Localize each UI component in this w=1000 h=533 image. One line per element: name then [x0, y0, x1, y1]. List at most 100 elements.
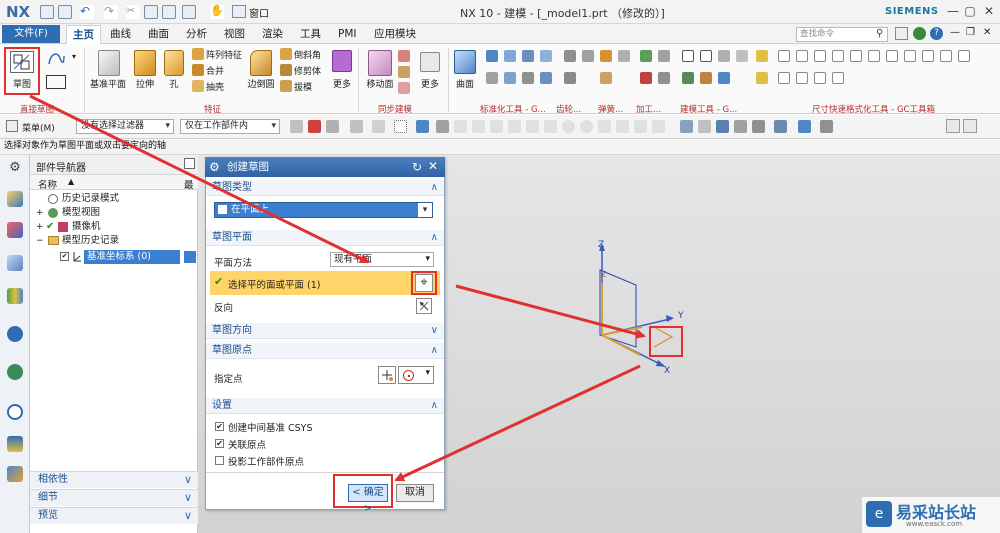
dimension-tool-icon[interactable] — [756, 50, 768, 62]
reverse-direction-icon[interactable] — [416, 298, 432, 314]
select-tool-icon[interactable] — [290, 120, 303, 133]
modeling-tool-icon[interactable] — [700, 50, 712, 62]
dimension-tool-icon[interactable] — [832, 50, 844, 62]
history-icon[interactable] — [7, 404, 23, 420]
surface-button[interactable]: 曲面 — [450, 77, 480, 90]
tab-tools[interactable]: 工具 — [294, 25, 327, 44]
column-header-latest[interactable]: 最 — [184, 177, 194, 191]
maximize-button[interactable]: ▢ — [963, 4, 977, 18]
snap-tool-icon[interactable] — [562, 120, 575, 133]
expand-icon[interactable]: + — [36, 220, 44, 234]
gc-tool-icon[interactable] — [540, 72, 552, 84]
dimension-tool-icon[interactable] — [756, 72, 768, 84]
repeat-command-icon[interactable] — [182, 5, 196, 19]
unite-button[interactable]: 合并 — [206, 64, 224, 77]
gear-tool-icon[interactable] — [582, 50, 594, 62]
snap-tool-icon[interactable] — [508, 120, 521, 133]
datum-plane-button[interactable]: 基准平面 — [88, 77, 128, 90]
view-tool-icon[interactable] — [734, 120, 747, 133]
dimension-tool-icon[interactable] — [832, 72, 844, 84]
rectangle-icon[interactable] — [46, 75, 66, 89]
redo-icon[interactable]: ↷ — [104, 5, 118, 19]
copy-icon[interactable] — [144, 5, 158, 19]
dimension-tool-icon[interactable] — [796, 50, 808, 62]
doc-close-button[interactable]: ✕ — [983, 27, 991, 38]
collapse-icon[interactable]: − — [36, 234, 44, 248]
edge-blend-button[interactable]: 边倒圆 — [242, 77, 280, 90]
gc-tool-icon[interactable] — [522, 72, 534, 84]
search-icon[interactable]: ⚲ — [876, 28, 883, 39]
move-face-button[interactable]: 移动面 — [362, 77, 398, 90]
pattern-feature-button[interactable]: 阵列特征 — [206, 48, 242, 61]
help-icon[interactable]: ? — [930, 27, 943, 40]
plane-method-select[interactable]: 现有平面 ▾ — [330, 252, 434, 267]
dimension-tool-icon[interactable] — [850, 50, 862, 62]
ribbon-options-icon[interactable] — [895, 27, 908, 40]
cut-icon[interactable]: ✂ — [126, 5, 140, 19]
view-tool-icon[interactable] — [680, 120, 693, 133]
snap-tool-icon[interactable] — [652, 120, 665, 133]
file-menu[interactable]: 文件(F) — [2, 25, 60, 43]
selection-scope-select[interactable]: 仅在工作部件内 — [180, 119, 280, 134]
sketch-type-select[interactable]: 在平面上 ▾ — [214, 202, 433, 218]
extrude-button[interactable]: 拉伸 — [132, 77, 158, 90]
section-sketch-orientation[interactable]: 草图方向 ∨ — [206, 323, 444, 339]
part-navigator-icon[interactable] — [7, 255, 23, 271]
trim-body-button[interactable]: 修剪体 — [294, 64, 321, 77]
dimension-tool-icon[interactable] — [940, 50, 952, 62]
modeling-tool-icon[interactable] — [718, 50, 730, 62]
machining-tool-icon[interactable] — [658, 50, 670, 62]
select-tool-icon[interactable] — [308, 120, 321, 133]
snap-tool-icon[interactable] — [526, 120, 539, 133]
spring-tool-icon[interactable] — [618, 50, 630, 62]
dimension-tool-icon[interactable] — [922, 50, 934, 62]
section-sketch-plane[interactable]: 草图平面 ∧ — [206, 230, 444, 246]
snap-tool-icon[interactable] — [454, 120, 467, 133]
machining-tool-icon[interactable] — [640, 50, 652, 62]
checkbox-project-origin[interactable] — [215, 456, 224, 465]
dimension-tool-icon[interactable] — [958, 50, 970, 62]
view-tool-icon[interactable] — [820, 120, 833, 133]
process-studio-icon[interactable] — [7, 466, 23, 482]
command-search-input[interactable]: 查找命令 — [796, 27, 888, 42]
tab-render[interactable]: 渲染 — [256, 25, 289, 44]
tab-applications[interactable]: 应用模块 — [368, 25, 422, 44]
select-tool-icon[interactable] — [394, 120, 407, 133]
snap-tool-icon[interactable] — [634, 120, 647, 133]
column-header-name[interactable]: 名称 — [38, 177, 57, 191]
sync-tool-icon[interactable] — [398, 66, 410, 78]
save-all-icon[interactable] — [58, 5, 72, 19]
tab-pmi[interactable]: PMI — [332, 25, 363, 44]
sync-tool-icon[interactable] — [398, 82, 410, 94]
more-feature-button[interactable]: 更多 — [328, 77, 356, 90]
doc-minimize-button[interactable]: — — [950, 27, 960, 38]
window-menu[interactable]: 窗口 — [249, 5, 269, 20]
section-settings[interactable]: 设置 ∧ — [206, 398, 444, 414]
curve-icon[interactable] — [46, 50, 66, 68]
window-icon[interactable] — [232, 5, 246, 18]
tab-view[interactable]: 视图 — [218, 25, 251, 44]
checkbox-create-csys[interactable]: ✔ — [215, 422, 224, 431]
navigator-pin-icon[interactable] — [184, 158, 195, 169]
web-browser-icon[interactable] — [7, 364, 23, 380]
constraint-navigator-icon[interactable] — [7, 222, 23, 238]
spring-tool-icon[interactable] — [600, 50, 612, 62]
sketch-button[interactable]: 草图 — [8, 77, 36, 90]
dimension-tool-icon[interactable] — [904, 50, 916, 62]
undo-icon[interactable]: ↶ — [80, 5, 94, 19]
tree-row-history-mode[interactable]: 历史记录模式 — [30, 192, 198, 206]
panel-details[interactable]: 细节 ∨ — [30, 489, 198, 506]
modeling-tool-icon[interactable] — [736, 50, 748, 62]
tree-row-datum-csys[interactable]: ✔ 基准坐标系 (0) — [30, 250, 198, 264]
spring-tool-icon[interactable] — [600, 72, 612, 84]
select-tool-icon[interactable] — [326, 120, 339, 133]
gc-tool-icon[interactable] — [504, 50, 516, 62]
sync-tool-icon[interactable] — [398, 50, 410, 62]
reset-icon[interactable]: ↻ — [412, 160, 422, 174]
panel-dependencies[interactable]: 相依性 ∨ — [30, 471, 198, 488]
dimension-tool-icon[interactable] — [886, 50, 898, 62]
gc-tool-icon[interactable] — [504, 72, 516, 84]
menu-button[interactable]: 菜单(M) — [22, 121, 55, 134]
gc-tool-icon[interactable] — [486, 50, 498, 62]
modeling-tool-icon[interactable] — [682, 72, 694, 84]
